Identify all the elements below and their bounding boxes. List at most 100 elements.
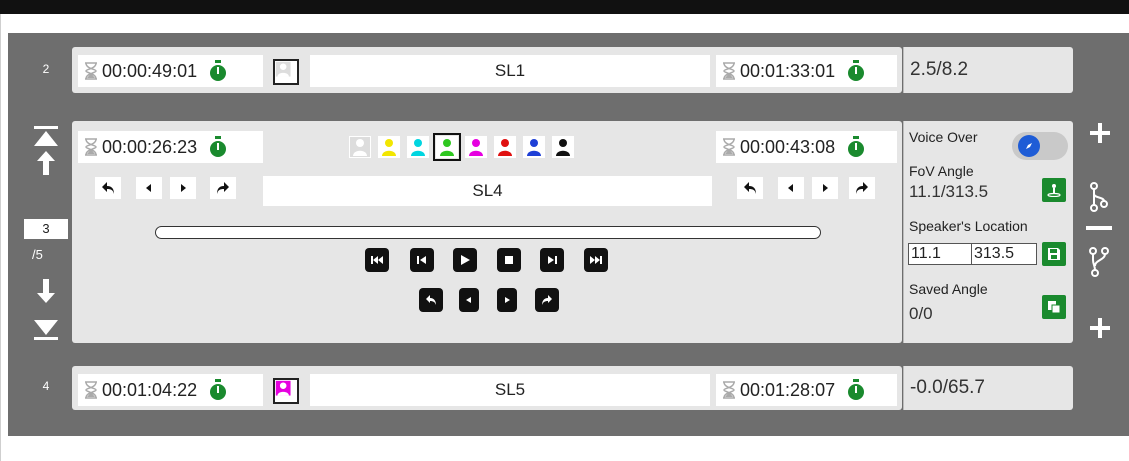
page-total: /5 [32,247,43,262]
skip-forward-icon [590,256,602,264]
end-time: 00:01:33:01 [740,60,836,81]
undo-start-button[interactable] [95,177,121,199]
speaker-select[interactable] [273,378,299,404]
compass-icon [1018,135,1040,157]
redo-icon [542,295,552,305]
step-forward-icon [548,256,557,264]
person-icon [275,380,291,396]
hourglass-icon [723,381,735,399]
arrow-up-icon[interactable] [35,150,57,176]
move-to-top-icon[interactable] [33,126,59,148]
end-time-box[interactable]: 00:01:28:07 [716,374,897,406]
voice-over-toggle[interactable] [1012,132,1068,160]
left-divider [0,14,1,461]
redo-start-button[interactable] [210,177,236,199]
merge-segment-icon[interactable] [1089,247,1109,277]
start-time-box[interactable]: 00:00:49:01 [78,55,263,87]
frame-forward-button[interactable] [497,288,517,312]
fov-angle-value: 11.1/313.5 [909,182,989,201]
nudge-start-forward-button[interactable] [170,177,196,199]
nudge-end-back-button[interactable] [778,177,804,199]
redo-icon [217,182,229,194]
caret-left-icon [466,297,471,303]
undo-icon [744,182,756,194]
stopwatch-icon[interactable] [209,379,227,401]
speaker-color-option[interactable] [552,136,574,158]
undo-end-button[interactable] [737,177,763,199]
set-fov-button[interactable] [1042,178,1066,202]
end-time-box[interactable]: 00:00:43:08 [716,131,897,163]
next-button[interactable] [540,248,564,272]
segment-label[interactable]: SL4 [263,176,712,206]
start-time-box[interactable]: 00:01:04:22 [78,374,263,406]
frame-back-button[interactable] [459,288,479,312]
undo-icon [102,182,114,194]
speaker-color-option[interactable] [465,136,487,158]
speaker-select[interactable] [273,59,299,85]
speaker-color-option[interactable] [407,136,429,158]
speaker-color-option[interactable] [349,136,371,158]
split-segment-icon[interactable] [1089,182,1109,212]
start-time: 00:01:04:22 [102,379,198,400]
person-icon [524,137,544,157]
person-icon [437,137,457,157]
skip-to-start-button[interactable] [365,248,389,272]
redo-button[interactable] [535,288,559,312]
person-icon [379,137,399,157]
person-icon [466,137,486,157]
page-current-input[interactable]: 3 [24,219,68,239]
undo-button[interactable] [419,288,443,312]
caret-left-icon [788,184,793,192]
speaker-color-option[interactable] [433,133,461,161]
skip-back-icon [371,256,383,264]
person-icon [553,137,573,157]
person-icon [495,137,515,157]
move-to-bottom-icon[interactable] [33,318,59,340]
stopwatch-icon[interactable] [209,60,227,82]
stopwatch-icon[interactable] [847,379,865,401]
angle-value: 2.5/8.2 [910,59,969,80]
stopwatch-icon[interactable] [847,136,865,158]
fov-angle-label: FoV Angle [909,163,974,179]
hourglass-icon [85,62,97,80]
end-time-box[interactable]: 00:01:33:01 [716,55,897,87]
speaker-location-label: Speaker's Location [909,218,1028,234]
stop-button[interactable] [497,248,521,272]
hourglass-icon [85,381,97,399]
stopwatch-icon[interactable] [209,136,227,158]
arrow-down-icon[interactable] [35,278,57,304]
copy-icon [1048,301,1061,314]
copy-angle-button[interactable] [1042,295,1066,319]
play-icon [461,255,470,265]
location-y-input[interactable]: 313.5 [971,243,1037,265]
caret-right-icon [823,184,828,192]
segment-label[interactable]: SL5 [310,374,710,406]
speaker-color-option[interactable] [494,136,516,158]
hourglass-icon [723,62,735,80]
end-time: 00:01:28:07 [740,379,836,400]
location-x-input[interactable]: 11.1 [908,243,972,265]
add-below-icon[interactable] [1088,316,1112,340]
row-number: 2 [42,62,50,76]
person-icon [350,137,370,157]
previous-button[interactable] [410,248,434,272]
skip-to-end-button[interactable] [584,248,608,272]
row-number: 4 [42,379,50,393]
hourglass-icon [723,138,735,156]
playback-progress-bar[interactable] [155,226,821,239]
nudge-end-forward-button[interactable] [812,177,838,199]
undo-icon [426,295,436,305]
speaker-color-option[interactable] [523,136,545,158]
stopwatch-icon[interactable] [847,60,865,82]
add-above-icon[interactable] [1088,121,1112,145]
play-button[interactable] [453,248,477,272]
remove-segment-icon[interactable] [1086,226,1112,232]
speaker-color-option[interactable] [378,136,400,158]
start-time-box[interactable]: 00:00:26:23 [78,131,263,163]
redo-end-button[interactable] [849,177,875,199]
save-location-button[interactable] [1042,242,1066,266]
save-icon [1048,248,1060,260]
nudge-start-back-button[interactable] [136,177,162,199]
segment-label[interactable]: SL1 [310,55,710,87]
caret-right-icon [505,297,510,303]
